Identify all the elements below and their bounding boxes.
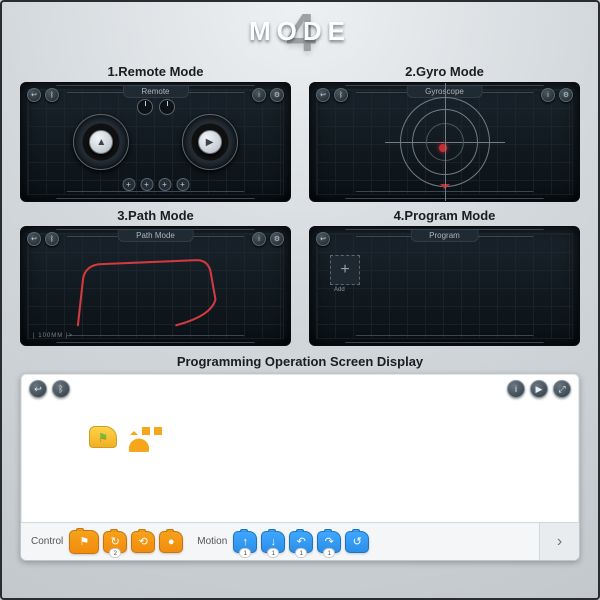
rotate-icon: ↺ <box>353 535 362 548</box>
plus-button[interactable]: + <box>122 178 135 191</box>
gyro-ring <box>412 109 478 175</box>
start-flag-block[interactable]: ⚑ <box>89 426 117 448</box>
gyroscope-display[interactable] <box>400 97 490 187</box>
joystick-knob[interactable]: ▶ <box>198 130 222 154</box>
page-header: 4 MODE <box>20 12 580 60</box>
mode-remote: 1.Remote Mode Remote ↩ ᛒ i ⚙ ▲ <box>20 64 291 202</box>
prog-top-left: ↩ ᛒ <box>29 380 70 398</box>
plus-button[interactable]: + <box>176 178 189 191</box>
back-icon[interactable]: ↩ <box>27 232 41 246</box>
panel-remote[interactable]: Remote ↩ ᛒ i ⚙ ▲ ▶ + <box>20 82 291 202</box>
plus-button[interactable]: + <box>158 178 171 191</box>
stop-icon: ● <box>168 536 175 548</box>
panel-icons-right: i ⚙ <box>252 232 284 246</box>
back-icon[interactable]: ↩ <box>316 88 330 102</box>
info-icon[interactable]: i <box>507 380 525 398</box>
scale-label: | 100MM |> <box>33 333 73 339</box>
motion-block-turn-right[interactable]: ↷1 <box>317 531 341 553</box>
back-icon[interactable]: ↩ <box>27 88 41 102</box>
gyro-dot-icon <box>439 144 447 152</box>
add-program-label: Add <box>334 287 345 293</box>
mode-remote-title: 1.Remote Mode <box>20 64 291 79</box>
plus-button[interactable]: + <box>140 178 153 191</box>
drawn-path[interactable] <box>21 227 290 346</box>
settings-icon[interactable]: ⚙ <box>559 88 573 102</box>
header-word: MODE <box>249 16 351 47</box>
loop-icon: ⟲ <box>139 535 148 548</box>
bluetooth-icon[interactable]: ᛒ <box>334 88 348 102</box>
joystick-knob[interactable]: ▲ <box>89 130 113 154</box>
control-block-repeat[interactable]: ↻2 <box>103 531 127 553</box>
flag-icon: ⚑ <box>98 431 108 444</box>
panel-icons-left: ↩ ᛒ <box>27 232 59 246</box>
mode-gyro: 2.Gyro Mode Gyroscope ↩ ᛒ i ⚙ <box>309 64 580 202</box>
mode-grid: 1.Remote Mode Remote ↩ ᛒ i ⚙ ▲ <box>20 64 580 346</box>
prog-top-right: i ▶ ⤢ <box>507 380 571 398</box>
chevron-right-icon: › <box>557 533 562 551</box>
control-block-loop[interactable]: ⟲ <box>131 531 155 553</box>
mode-path-title: 3.Path Mode <box>20 208 291 223</box>
settings-icon[interactable]: ⚙ <box>270 232 284 246</box>
mode-program-title: 4.Program Mode <box>309 208 580 223</box>
motion-block-forward[interactable]: ↑1 <box>233 531 257 553</box>
panel-icons-left: ↩ ᛒ <box>316 88 348 102</box>
mode-path: 3.Path Mode Path Mode ↩ ᛒ i ⚙ | 100MM |> <box>20 208 291 346</box>
motion-group-label: Motion <box>197 536 227 547</box>
control-block-stop[interactable]: ● <box>159 531 183 553</box>
play-icon[interactable]: ▶ <box>530 380 548 398</box>
motion-block-turn-left[interactable]: ↶1 <box>289 531 313 553</box>
arrow-down-icon: ↓ <box>271 536 277 548</box>
panel-icons-left: ↩ ᛒ <box>27 88 59 102</box>
bluetooth-icon[interactable]: ᛒ <box>45 232 59 246</box>
plus-button-row: + + + + <box>122 178 189 191</box>
panel-path[interactable]: Path Mode ↩ ᛒ i ⚙ | 100MM |> <box>20 226 291 346</box>
arrow-up-icon: ↑ <box>243 536 249 548</box>
programming-canvas[interactable]: ⚑ <box>27 402 573 520</box>
panel-icons-right: i ⚙ <box>541 88 573 102</box>
mode-program: 4.Program Mode Program ↩ + Add <box>309 208 580 346</box>
joystick-left[interactable]: ▲ <box>73 114 129 170</box>
programming-screen: ↩ ᛒ i ▶ ⤢ ⚑ Control ⚑ ↻2 ⟲ ● Motion ↑1 ↓… <box>20 373 580 561</box>
info-icon[interactable]: i <box>252 232 266 246</box>
gyro-ring <box>426 123 464 161</box>
block-tray: Control ⚑ ↻2 ⟲ ● Motion ↑1 ↓1 ↶1 ↷1 ↺ <box>21 522 539 560</box>
panel-grid <box>316 233 573 339</box>
info-icon[interactable]: i <box>252 88 266 102</box>
flag-icon: ⚑ <box>79 535 89 548</box>
motion-block-back[interactable]: ↓1 <box>261 531 285 553</box>
panel-program-label: Program <box>410 230 479 242</box>
tray-scroll-right[interactable]: › <box>539 522 579 560</box>
programming-title: Programming Operation Screen Display <box>20 354 580 369</box>
bluetooth-icon[interactable]: ᛒ <box>52 380 70 398</box>
expand-icon[interactable]: ⤢ <box>553 380 571 398</box>
settings-icon[interactable]: ⚙ <box>270 88 284 102</box>
turn-left-icon: ↶ <box>297 535 306 548</box>
mode-gyro-title: 2.Gyro Mode <box>309 64 580 79</box>
motion-block-rotate[interactable]: ↺ <box>345 531 369 553</box>
panel-gyro[interactable]: Gyroscope ↩ ᛒ i ⚙ <box>309 82 580 202</box>
control-group-label: Control <box>31 536 63 547</box>
back-icon[interactable]: ↩ <box>316 232 330 246</box>
control-block-flag[interactable]: ⚑ <box>69 530 99 554</box>
back-icon[interactable]: ↩ <box>29 380 47 398</box>
panel-program[interactable]: Program ↩ + Add <box>309 226 580 346</box>
repeat-icon: ↻ <box>111 535 120 548</box>
turn-right-icon: ↷ <box>325 535 334 548</box>
gyro-pointer-icon <box>440 184 450 194</box>
joystick-right[interactable]: ▶ <box>182 114 238 170</box>
panel-icons-left: ↩ <box>316 232 330 246</box>
sprite-cat-icon[interactable] <box>127 430 151 452</box>
add-program-button[interactable]: + <box>330 255 360 285</box>
info-icon[interactable]: i <box>541 88 555 102</box>
bluetooth-icon[interactable]: ᛒ <box>45 88 59 102</box>
panel-icons-right: i ⚙ <box>252 88 284 102</box>
